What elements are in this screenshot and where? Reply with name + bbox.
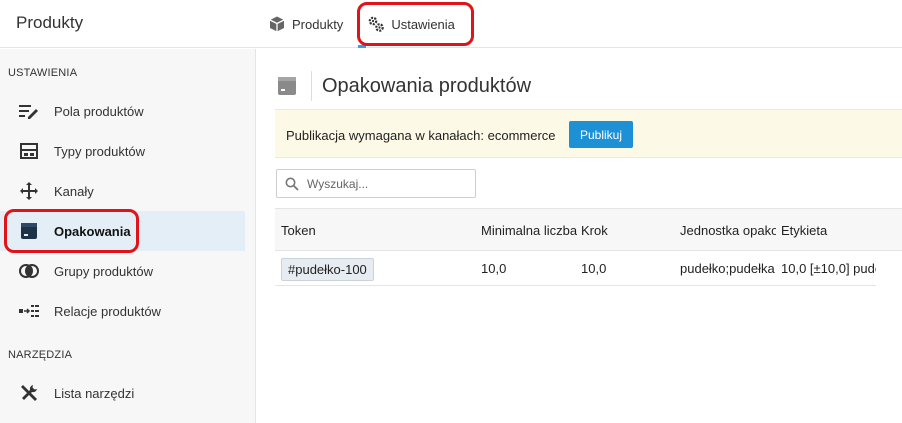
sidebar-item-label: Typy produktów (54, 143, 146, 159)
search-box (276, 169, 476, 198)
publish-banner-text: Publikacja wymagana w kanałach: ecommerc… (286, 128, 556, 143)
column-header-unit[interactable]: Jednostka opakowania (680, 223, 776, 238)
cell-unit: pudełko;pudełka (680, 261, 775, 276)
page-header: Opakowania produktów (277, 71, 531, 101)
sidebar-item-kanaly[interactable]: Kanały (0, 171, 245, 211)
sidebar-item-label: Relacje produktów (54, 303, 161, 319)
cube-icon (268, 15, 286, 33)
column-header-min-quantity[interactable]: Minimalna liczba (481, 223, 577, 238)
publish-banner: Publikacja wymagana w kanałach: ecommerc… (275, 109, 902, 158)
cell-label: 10,0 [±10,0] pudełka (781, 261, 876, 276)
sidebar-section-settings: USTAWIENIA (8, 67, 78, 79)
app-title: Produkty (16, 13, 84, 32)
header-separator (311, 71, 312, 101)
main-content: Opakowania produktów Publikacja wymagana… (257, 49, 902, 423)
sidebar-item-label: Lista narzędzi (54, 385, 135, 401)
move-arrows-icon (18, 180, 40, 202)
publish-button[interactable]: Publikuj (569, 121, 633, 148)
tab-produkty-label: Produkty (292, 16, 344, 32)
app-window: Produkty Produkty Ustawienia USTAWIENIA (0, 0, 902, 423)
highlight-settings-tab (357, 2, 474, 46)
sidebar-item-pola-produktow[interactable]: Pola produktów (0, 91, 245, 131)
highlight-packaging-item (4, 209, 139, 253)
sidebar-section-tools: NARZĘDZIA (8, 349, 73, 361)
circles-icon (18, 260, 40, 282)
column-header-token[interactable]: Token (281, 223, 471, 238)
tools-icon (18, 382, 40, 404)
search-input[interactable] (307, 176, 467, 191)
token-chip[interactable]: #pudełko-100 (281, 258, 374, 281)
sidebar-item-lista-narzedzi[interactable]: Lista narzędzi (0, 373, 245, 413)
package-icon (277, 75, 297, 97)
page-title: Opakowania produktów (322, 74, 532, 97)
sidebar-item-label: Pola produktów (54, 103, 144, 119)
cell-step: 10,0 (581, 261, 607, 276)
sidebar-item-label: Grupy produktów (54, 263, 153, 279)
edit-lines-icon (18, 100, 40, 122)
sidebar-item-grupy-produktow[interactable]: Grupy produktów (0, 251, 245, 291)
sidebar-item-typy-produktow[interactable]: Typy produktów (0, 131, 245, 171)
cell-min-quantity: 10,0 (481, 261, 507, 276)
tab-produkty[interactable]: Produkty (256, 0, 355, 48)
table-header: Token Minimalna liczba Krok Jednostka op… (275, 208, 902, 251)
column-header-step[interactable]: Krok (581, 223, 675, 238)
sidebar-item-relacje-produktow[interactable]: Relacje produktów (0, 291, 245, 331)
relation-icon (18, 300, 40, 322)
sidebar-item-label: Kanały (54, 183, 94, 199)
search-icon (285, 177, 299, 191)
column-header-label[interactable]: Etykieta (781, 223, 891, 238)
table-row[interactable]: #pudełko-100 10,0 10,0 pudełko;pudełka 1… (275, 251, 876, 286)
layout-icon (18, 140, 40, 162)
